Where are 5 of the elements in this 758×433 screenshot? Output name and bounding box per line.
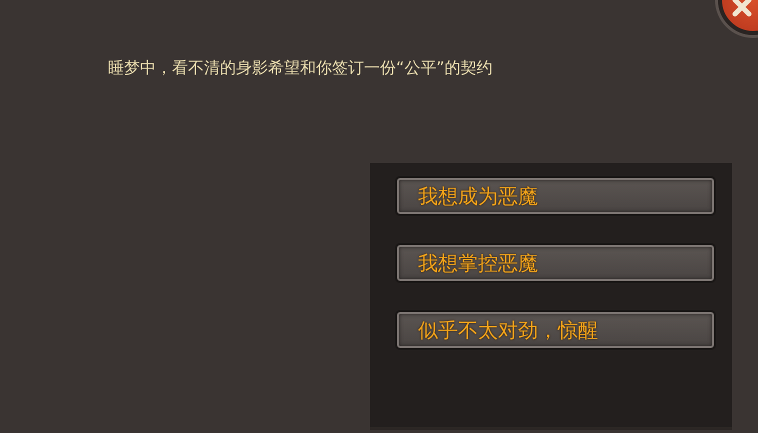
choice-button[interactable]: 似乎不太对劲，惊醒 bbox=[397, 312, 714, 348]
close-icon bbox=[732, 0, 752, 17]
choice-button[interactable]: 我想成为恶魔 bbox=[397, 178, 714, 214]
story-text: 睡梦中，看不清的身影希望和你签订一份“公平”的契约 bbox=[107, 57, 494, 79]
choice-button[interactable]: 我想掌控恶魔 bbox=[397, 245, 714, 281]
